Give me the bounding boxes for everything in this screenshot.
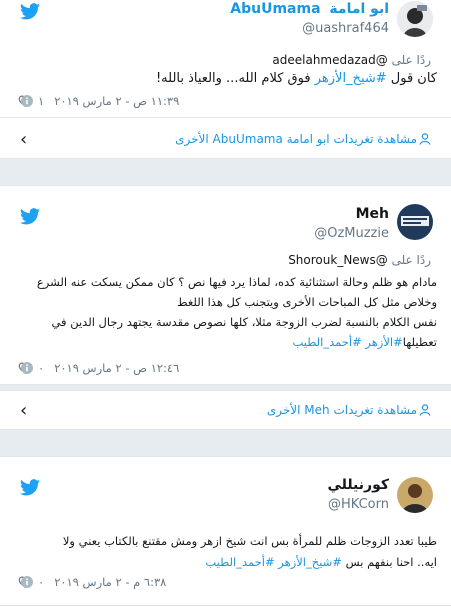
avatar-image <box>397 477 433 513</box>
more-tweets-link[interactable]: مشاهدة تغريدات ابو امامة AbuUmama الأخرى <box>175 132 417 146</box>
twitter-bird-icon[interactable] <box>20 208 40 225</box>
tweet-timestamp[interactable]: ٦:٣٨ م - ٢ مارس ٢٠١٩ <box>54 575 166 589</box>
hashtag-link[interactable]: #أحمد_الطيب <box>292 335 361 349</box>
tweet-meta: ٠ ٦:٣٨ م - ٢ مارس ٢٠١٩ <box>18 575 166 589</box>
text-part: ايه.. احنا بنفهم بس <box>341 555 437 569</box>
person-icon <box>419 133 431 145</box>
info-icon[interactable] <box>21 576 33 588</box>
reply-context: ردًا على @adeelahmedazad <box>272 53 431 67</box>
chevron-left-icon: ‹ <box>20 399 28 421</box>
text-line: وخلاص مثل كل المباحات الأخرى ويتجنب كل ه… <box>176 295 437 309</box>
twitter-bird-icon[interactable] <box>20 3 40 20</box>
tweet-text: كان قول #شيخ_الأزهر فوق كلام الله... وال… <box>12 69 437 88</box>
tweet-meta: ١ ١١:٣٩ ص - ٢ مارس ٢٠١٩ <box>18 94 179 108</box>
more-tweets-link[interactable]: مشاهدة تغريدات Meh الأخرى <box>267 403 417 417</box>
text-line: تعطيلها#الأزهر #أحمد_الطيب <box>12 332 437 352</box>
hashtag-link[interactable]: #أحمد_الطيب <box>205 555 274 569</box>
hashtag-link[interactable]: #شيخ_الأزهر <box>278 555 342 569</box>
hashtag-link[interactable]: #الأزهر <box>365 335 402 349</box>
person-icon <box>419 404 431 416</box>
info-icon[interactable] <box>21 95 33 107</box>
tweet-timestamp[interactable]: ١١:٣٩ ص - ٢ مارس ٢٠١٩ <box>54 94 179 108</box>
info-icon[interactable] <box>21 362 33 374</box>
like-count: ٠ <box>38 575 45 589</box>
tweet-author-handle[interactable]: @uashraf464 <box>302 21 389 36</box>
hashtag-link[interactable]: #شيخ_الأزهر <box>315 71 387 86</box>
avatar[interactable] <box>397 204 433 240</box>
tweet-meta: ٠ ١٢:٤٦ ص - ٢ مارس ٢٠١٩ <box>18 361 179 375</box>
tweet-card-2: Meh @OzMuzzie ردًا على @Shorouk_News ماد… <box>0 185 451 385</box>
reply-prefix: ردًا على <box>391 253 431 267</box>
tweet-author-handle[interactable]: @OzMuzzie <box>314 226 389 241</box>
tweet-text: طيبا تعدد الزوجات ظلم للمرأة بس انت شيخ … <box>12 531 437 573</box>
more-tweets-row-1[interactable]: ‹ مشاهدة تغريدات ابو امامة AbuUmama الأخ… <box>0 117 451 159</box>
display-name-secondary: ابو امامة <box>329 1 389 17</box>
like-count: ٠ <box>38 361 45 375</box>
tweet-author-handle[interactable]: @HKCorn <box>328 497 389 512</box>
tweet-author-name[interactable]: Meh <box>356 206 389 222</box>
tweet-author-name[interactable]: ابو امامة AbuUmama <box>230 1 389 17</box>
tweet-card-1: ابو امامة AbuUmama @uashraf464 ردًا على … <box>0 0 451 118</box>
tweet-text: مادام هو ظلم وحالة استثنائية كده، لماذا … <box>12 272 437 352</box>
reply-prefix: ردًا على <box>391 53 431 67</box>
more-tweets-row-2[interactable]: ‹ مشاهدة تغريدات Meh الأخرى <box>0 390 451 430</box>
reply-to-link[interactable]: @Shorouk_News <box>288 253 388 267</box>
text-line: طيبا تعدد الزوجات ظلم للمرأة بس انت شيخ … <box>62 534 437 548</box>
reply-context: ردًا على @Shorouk_News <box>288 253 431 267</box>
chevron-left-icon: ‹ <box>20 128 28 150</box>
text-line: نفس الكلام بالنسبة لضرب الزوجة مثلا، كله… <box>51 315 437 329</box>
text-line: ايه.. احنا بنفهم بس #شيخ_الأزهر #أحمد_ال… <box>12 552 437 573</box>
text-part: كان قول <box>386 71 437 86</box>
tweet-card-3: كورنيللي @HKCorn طيبا تعدد الزوجات ظلم ل… <box>0 456 451 606</box>
text-part: تعطيلها <box>402 335 437 349</box>
tweet-author-name[interactable]: كورنيللي <box>327 477 389 493</box>
avatar[interactable] <box>397 1 433 37</box>
twitter-bird-icon[interactable] <box>20 479 40 496</box>
reply-to-link[interactable]: @adeelahmedazad <box>272 53 387 67</box>
tweet-timestamp[interactable]: ١٢:٤٦ ص - ٢ مارس ٢٠١٩ <box>54 361 179 375</box>
display-name: AbuUmama <box>230 1 321 17</box>
text-part: فوق كلام الله... والعياذ بالله! <box>155 71 315 86</box>
avatar[interactable] <box>397 477 433 513</box>
text-line: مادام هو ظلم وحالة استثنائية كده، لماذا … <box>36 275 437 289</box>
avatar-image <box>397 204 433 240</box>
avatar-image <box>397 1 433 37</box>
like-count: ١ <box>38 94 45 108</box>
